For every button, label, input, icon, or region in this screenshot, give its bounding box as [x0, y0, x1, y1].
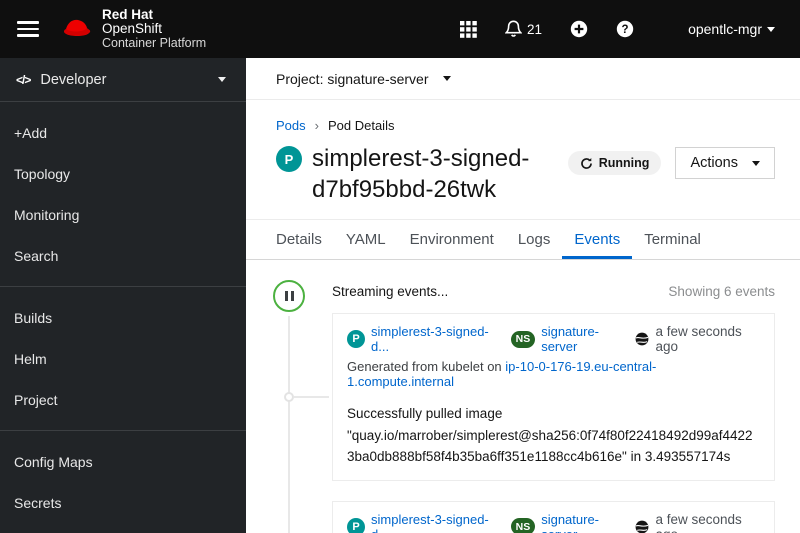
user-menu-button[interactable]: opentlc-mgr	[679, 15, 784, 43]
quick-create-button[interactable]	[561, 14, 597, 44]
breadcrumb-separator: ›	[314, 118, 319, 133]
brand-line-1: Red Hat	[102, 7, 154, 22]
streaming-status-text: Streaming events...	[332, 284, 449, 299]
nav-section-build: Builds Helm Project	[0, 286, 246, 430]
pod-resource-badge: P	[276, 146, 302, 172]
developer-code-icon: </>	[16, 72, 31, 87]
event-namespace-link[interactable]: signature-server	[541, 324, 629, 354]
breadcrumb-current: Pod Details	[327, 118, 395, 133]
masthead: Red Hat OpenShift Container Platform 21 …	[0, 0, 800, 58]
title-row: P simplerest-3-signed-d7bf95bbd-26twk Ru…	[276, 143, 775, 205]
chevron-down-icon	[752, 160, 760, 166]
globe-icon	[635, 520, 649, 533]
sidebar-item-topology[interactable]: Topology	[0, 153, 246, 194]
chevron-down-icon	[767, 26, 775, 32]
pod-detail-tabs: Details YAML Environment Logs Events Ter…	[246, 219, 800, 260]
sidebar-item-project[interactable]: Project	[0, 379, 246, 420]
pause-icon	[284, 291, 288, 301]
sidebar-item-config-maps[interactable]: Config Maps	[0, 441, 246, 482]
svg-text:?: ?	[622, 24, 629, 36]
brand-line-2: OpenShift	[102, 21, 163, 36]
event-timestamp: a few seconds ago	[655, 511, 742, 533]
nav-section-config: Config Maps Secrets	[0, 430, 246, 533]
event-count-text: Showing 6 events	[668, 284, 775, 299]
page-header: Pods › Pod Details P simplerest-3-signed…	[246, 100, 800, 205]
breadcrumb-pods-link[interactable]: Pods	[276, 118, 306, 133]
project-selector-label: Project: signature-server	[276, 70, 429, 87]
event-card: P simplerest-3-signed-d... NS signature-…	[284, 313, 775, 481]
event-card: P simplerest-3-signed-d... NS signature-…	[332, 500, 775, 533]
app-launcher-button[interactable]	[451, 15, 486, 44]
project-selector[interactable]: Project: signature-server	[246, 58, 800, 100]
actions-dropdown-button[interactable]: Actions	[675, 147, 775, 179]
sidebar-item-add[interactable]: +Add	[0, 112, 246, 153]
nav-menu-toggle-button[interactable]	[10, 11, 46, 47]
username: opentlc-mgr	[688, 21, 762, 37]
sidebar-item-search[interactable]: Search	[0, 235, 246, 276]
chevron-down-icon	[218, 77, 226, 82]
status-badge: Running	[567, 151, 662, 175]
bell-icon	[505, 20, 523, 38]
tab-logs[interactable]: Logs	[506, 220, 563, 259]
notification-count: 21	[527, 21, 543, 37]
sidebar-item-secrets[interactable]: Secrets	[0, 482, 246, 523]
namespace-resource-badge: NS	[510, 330, 536, 348]
redhat-fedora-icon	[60, 16, 94, 42]
pod-resource-badge: P	[347, 517, 365, 533]
breadcrumb: Pods › Pod Details	[276, 118, 775, 133]
brand-text: Red Hat OpenShift Container Platform	[102, 7, 207, 51]
brand-logo: Red Hat OpenShift Container Platform	[60, 8, 206, 50]
main-content: Project: signature-server Pods › Pod Det…	[246, 58, 800, 533]
event-pod-link[interactable]: simplerest-3-signed-d...	[371, 324, 499, 354]
namespace-resource-badge: NS	[510, 518, 536, 533]
tab-terminal[interactable]: Terminal	[632, 220, 713, 259]
globe-icon	[635, 332, 649, 346]
timeline-dot	[284, 391, 294, 402]
openshift-console: Red Hat OpenShift Container Platform 21 …	[0, 0, 800, 533]
sidebar-item-builds[interactable]: Builds	[0, 297, 246, 338]
tab-yaml[interactable]: YAML	[334, 220, 398, 259]
tab-details[interactable]: Details	[264, 220, 334, 259]
event-pod-link[interactable]: simplerest-3-signed-d...	[371, 512, 499, 533]
tab-environment[interactable]: Environment	[398, 220, 506, 259]
event-timestamp: a few seconds ago	[655, 324, 742, 354]
pause-stream-button[interactable]	[273, 280, 305, 312]
perspective-switcher[interactable]: </> Developer	[0, 58, 246, 102]
event-namespace-link[interactable]: signature-server	[541, 512, 629, 533]
stream-header: Streaming events... Showing 6 events	[273, 280, 775, 312]
chevron-down-icon	[442, 76, 451, 81]
status-text: Running	[598, 156, 650, 170]
sidebar: </> Developer +Add Topology Monitoring S…	[0, 58, 246, 533]
pod-resource-badge: P	[347, 330, 365, 348]
question-circle-icon: ?	[616, 20, 634, 38]
event-timeline	[288, 316, 290, 533]
sidebar-item-helm[interactable]: Helm	[0, 338, 246, 379]
timeline-connector	[284, 391, 329, 402]
events-panel: Streaming events... Showing 6 events P s…	[246, 260, 800, 533]
tab-events[interactable]: Events	[562, 220, 632, 259]
notifications-button[interactable]: 21	[496, 14, 551, 44]
event-message: Successfully pulled image "quay.io/marro…	[347, 406, 753, 465]
page-title: simplerest-3-signed-d7bf95bbd-26twk	[312, 145, 530, 203]
sidebar-item-monitoring[interactable]: Monitoring	[0, 194, 246, 235]
brand-line-3: Container Platform	[102, 36, 207, 50]
event-source-text: Generated from kubelet on	[347, 359, 502, 374]
plus-circle-icon	[570, 20, 588, 38]
help-button[interactable]: ?	[607, 14, 643, 44]
sync-icon	[580, 157, 593, 170]
masthead-toolbar: 21 ? opentlc-mgr	[451, 14, 784, 44]
perspective-label: Developer	[40, 71, 107, 88]
hamburger-icon	[17, 21, 39, 24]
grid-icon	[460, 20, 477, 38]
nav-section-main: +Add Topology Monitoring Search	[0, 102, 246, 286]
